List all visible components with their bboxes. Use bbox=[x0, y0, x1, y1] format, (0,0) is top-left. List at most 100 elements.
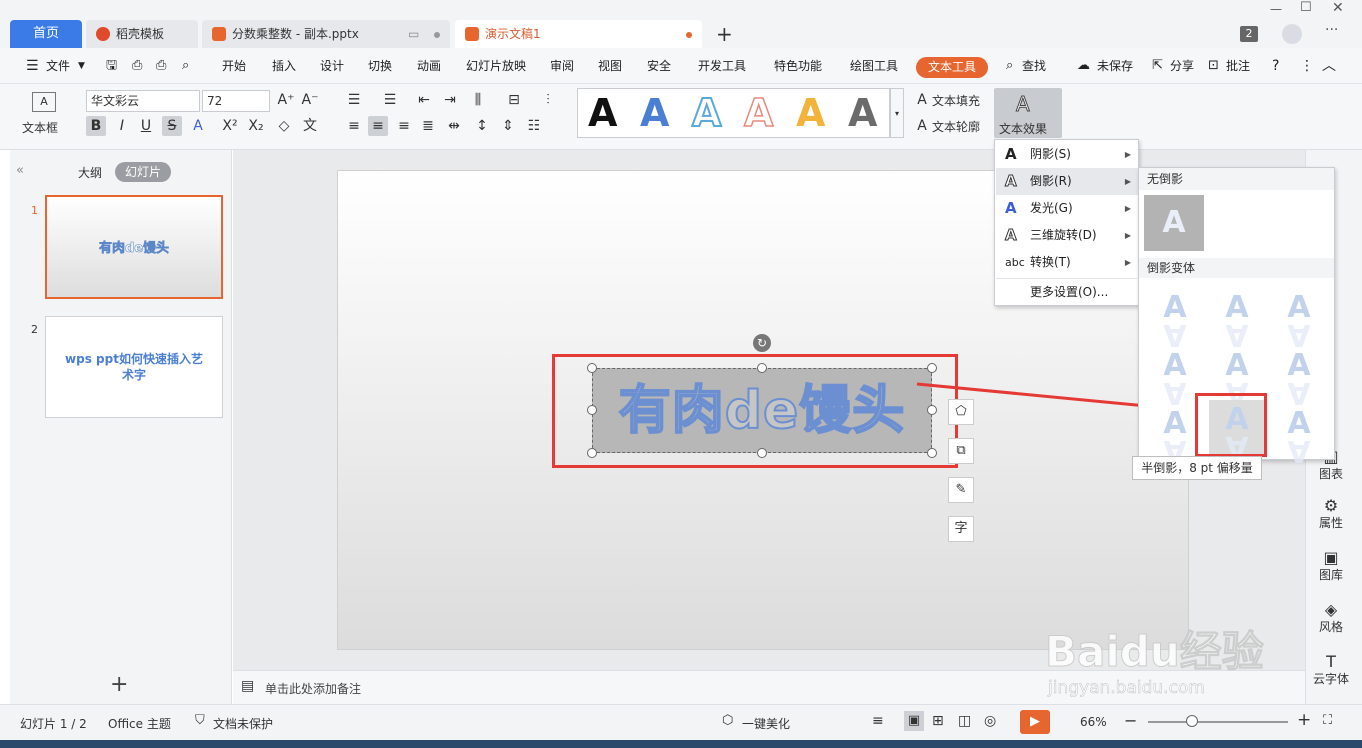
align-center-icon[interactable]: ≡ bbox=[368, 116, 388, 136]
wordart-style-blue[interactable]: A bbox=[640, 91, 669, 135]
menu-devtools[interactable]: 开发工具 bbox=[698, 58, 746, 74]
wordart-textbox[interactable]: 有肉de馒头 bbox=[592, 368, 932, 453]
wordart-style-outline-blue[interactable]: A bbox=[691, 90, 722, 136]
textbox-label[interactable]: 文本框 bbox=[22, 120, 58, 136]
justify-icon[interactable]: ≣ bbox=[418, 116, 438, 136]
sidebar-gallery[interactable]: ▣ 图库 bbox=[1312, 548, 1350, 582]
zoom-slider[interactable] bbox=[1148, 721, 1288, 723]
align-right-icon[interactable]: ≡ bbox=[394, 116, 414, 136]
menu-view[interactable]: 视图 bbox=[598, 58, 622, 74]
decrease-font-icon[interactable]: A⁻ bbox=[300, 90, 320, 110]
print-icon[interactable]: ⎙ bbox=[156, 58, 166, 74]
sorter-view-icon[interactable]: ⊞ bbox=[932, 713, 944, 729]
outdent-icon[interactable]: ⇤ bbox=[414, 90, 434, 110]
sidebar-cloud-font[interactable]: T 云字体 bbox=[1312, 652, 1350, 686]
share-icon[interactable]: ⇱ bbox=[1152, 58, 1163, 74]
menu-item-glow[interactable]: A 发光(G) ▶ bbox=[996, 195, 1139, 222]
menu-drawtools[interactable]: 绘图工具 bbox=[850, 58, 898, 74]
reflection-variant-6[interactable]: AA bbox=[1271, 346, 1327, 410]
chevron-down-icon[interactable]: ▼ bbox=[78, 58, 85, 74]
wordart-style-black[interactable]: A bbox=[588, 91, 617, 135]
zoom-out-icon[interactable]: − bbox=[1124, 711, 1137, 730]
reflection-variant-9[interactable]: AA bbox=[1271, 404, 1327, 468]
crop-icon[interactable]: ⧉ bbox=[948, 438, 974, 464]
zoom-in-icon[interactable]: + bbox=[1297, 710, 1311, 730]
resize-handle[interactable] bbox=[927, 448, 937, 458]
more-vertical-icon[interactable]: ⋮ bbox=[1300, 58, 1314, 74]
underline-icon[interactable]: U bbox=[136, 116, 156, 136]
menu-item-more-settings[interactable]: 更多设置(O)... bbox=[996, 279, 1139, 306]
menu-insert[interactable]: 插入 bbox=[272, 58, 296, 74]
tab-fraction-pptx[interactable]: 分数乘整数 - 副本.pptx ▭ bbox=[202, 20, 450, 48]
distribute-icon[interactable]: ⇹ bbox=[444, 116, 464, 136]
resize-handle[interactable] bbox=[587, 363, 597, 373]
strikethrough-icon[interactable]: S bbox=[162, 116, 182, 136]
resize-handle[interactable] bbox=[587, 448, 597, 458]
rotate-handle-icon[interactable]: ↻ bbox=[753, 334, 771, 352]
wordart-style-gallery[interactable]: A A A A A A bbox=[577, 88, 890, 138]
notes-toggle-icon[interactable]: ≡ bbox=[872, 713, 884, 729]
sidebar-properties[interactable]: ⚙ 属性 bbox=[1312, 496, 1350, 530]
menu-item-shadow[interactable]: A 阴影(S) ▶ bbox=[996, 141, 1139, 168]
tab-docer-templates[interactable]: 稻壳模板 bbox=[86, 20, 198, 48]
menu-texttools[interactable]: 文本工具 bbox=[916, 57, 988, 78]
collapse-ribbon-icon[interactable]: ︿ bbox=[1322, 58, 1336, 74]
subscript-icon[interactable]: X₂ bbox=[246, 116, 266, 136]
menu-special[interactable]: 特色功能 bbox=[774, 58, 822, 74]
protect-status[interactable]: 文档未保护 bbox=[213, 715, 273, 732]
cloud-icon[interactable]: ☁ bbox=[1077, 58, 1090, 74]
one-click-beautify[interactable]: 一键美化 bbox=[742, 715, 790, 732]
zoom-slider-thumb[interactable] bbox=[1186, 715, 1198, 727]
indent-icon[interactable]: ⇥ bbox=[440, 90, 460, 110]
wordart-text[interactable]: 有肉de馒头 bbox=[593, 380, 931, 442]
text-outline-icon[interactable]: A bbox=[912, 116, 932, 136]
align-text-icon[interactable]: ⊟ bbox=[504, 90, 524, 110]
eraser-icon[interactable]: ◇ bbox=[274, 116, 294, 136]
outline-tab[interactable]: 大纲 bbox=[78, 164, 102, 181]
increase-font-icon[interactable]: A⁺ bbox=[276, 90, 296, 110]
columns-icon[interactable]: ☷ bbox=[524, 116, 544, 136]
italic-icon[interactable]: I bbox=[112, 116, 132, 136]
reflection-variant-2[interactable]: AA bbox=[1209, 288, 1265, 352]
save-icon[interactable]: 🖫 bbox=[106, 58, 117, 74]
resize-handle[interactable] bbox=[757, 448, 767, 458]
close-icon[interactable]: ✕ bbox=[1332, 0, 1344, 16]
menu-slideshow[interactable]: 幻灯片放映 bbox=[466, 58, 526, 74]
print-preview-icon[interactable]: ⌕ bbox=[182, 58, 189, 74]
superscript-icon[interactable]: X² bbox=[220, 116, 240, 136]
menu-start[interactable]: 开始 bbox=[222, 58, 246, 74]
menu-item-reflection[interactable]: A 倒影(R) ▶ bbox=[996, 168, 1139, 195]
numbering-icon[interactable]: ☰ bbox=[380, 90, 400, 110]
window-count-badge[interactable]: 2 bbox=[1240, 26, 1258, 42]
text-outline-label[interactable]: 文本轮廓 bbox=[932, 119, 980, 135]
menu-file[interactable]: 文件 bbox=[46, 58, 70, 74]
para-spacing-icon[interactable]: ⇕ bbox=[498, 116, 518, 136]
avatar[interactable] bbox=[1282, 24, 1302, 44]
tab-presentation1[interactable]: 演示文稿1 bbox=[455, 20, 702, 48]
hamburger-icon[interactable]: ☰ bbox=[26, 58, 39, 74]
menu-review[interactable]: 审阅 bbox=[550, 58, 574, 74]
annotate-icon[interactable]: ⊡ bbox=[1208, 58, 1219, 74]
menu-switch[interactable]: 切换 bbox=[368, 58, 392, 74]
resize-handle[interactable] bbox=[927, 363, 937, 373]
add-tab-button[interactable]: + bbox=[716, 22, 733, 46]
menu-animation[interactable]: 动画 bbox=[417, 58, 441, 74]
add-slide-icon[interactable]: + bbox=[110, 672, 128, 697]
sidebar-style[interactable]: ◈ 风格 bbox=[1312, 600, 1350, 634]
slide-thumbnail-1[interactable]: 有肉de馒头 bbox=[45, 195, 223, 299]
gallery-scroll[interactable]: ▾ bbox=[890, 88, 904, 138]
text-fill-icon[interactable]: A bbox=[912, 90, 932, 110]
text-effect-button[interactable]: A 文本效果 bbox=[994, 88, 1062, 138]
slide-thumbnail-2[interactable]: wps ppt如何快速插入艺术字 bbox=[45, 316, 223, 418]
resize-handle[interactable] bbox=[757, 363, 767, 373]
menu-share[interactable]: 分享 bbox=[1170, 58, 1194, 74]
resize-handle[interactable] bbox=[587, 405, 597, 415]
maximize-icon[interactable]: ☐ bbox=[1300, 0, 1312, 15]
wordart-style-outline-red[interactable]: A bbox=[743, 90, 774, 136]
menu-item-transform[interactable]: abc 转换(T) ▶ bbox=[996, 249, 1139, 276]
help-icon[interactable]: ? bbox=[1272, 58, 1279, 74]
collapse-panel-icon[interactable]: « bbox=[16, 163, 24, 178]
font-color-icon[interactable]: A bbox=[188, 116, 208, 136]
export-pdf-icon[interactable]: ⎙ bbox=[132, 58, 142, 74]
minimize-icon[interactable]: — bbox=[1270, 2, 1282, 16]
